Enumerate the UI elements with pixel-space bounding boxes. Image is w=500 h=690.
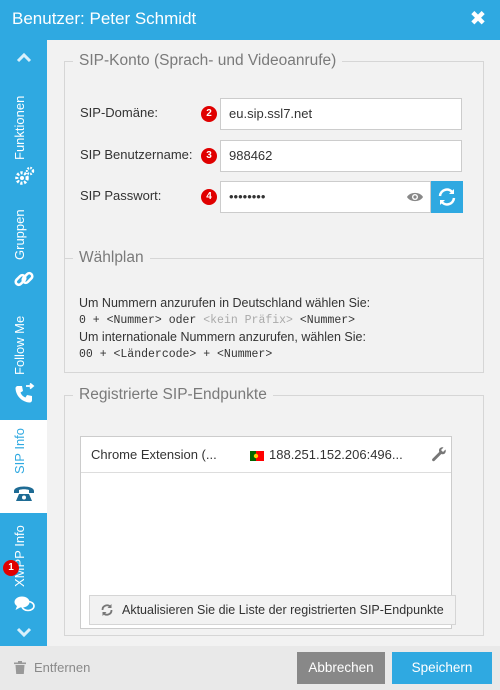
refresh-endpoints-button[interactable]: Aktualisieren Sie die Liste der registri… xyxy=(89,595,456,625)
chat-bubbles-icon xyxy=(13,593,35,615)
tab-follow-me[interactable]: Follow Me xyxy=(0,303,47,418)
sip-password-field[interactable]: •••••••• xyxy=(220,181,431,213)
refresh-icon xyxy=(438,188,456,206)
step-3-badge: 3 xyxy=(201,148,217,164)
tab-funktionen[interactable]: Funktionen xyxy=(0,78,47,196)
sip-password-label: SIP Passwort: xyxy=(80,188,162,203)
remove-button[interactable]: Entfernen xyxy=(14,660,90,675)
tab-gruppen[interactable]: Gruppen xyxy=(0,198,47,303)
sip-username-row: SIP Benutzername: 3 988462 xyxy=(65,140,485,172)
dialplan-section: Wählplan Um Nummern anzurufen in Deutsch… xyxy=(64,249,484,373)
wrench-icon[interactable] xyxy=(431,446,447,462)
gears-icon xyxy=(13,165,35,187)
portugal-flag-icon xyxy=(250,449,264,461)
tab-funktionen-label: Funktionen xyxy=(12,95,27,160)
tab-sip-info[interactable]: SIP Info xyxy=(0,420,47,513)
trash-icon xyxy=(14,661,26,674)
refresh-icon xyxy=(100,603,114,617)
dialplan-line-3: Um internationale Nummern anzurufen, wäh… xyxy=(79,330,366,344)
sip-username-label: SIP Benutzername: xyxy=(80,147,193,162)
tab-follow-me-label: Follow Me xyxy=(12,315,27,375)
endpoint-name: Chrome Extension (... xyxy=(91,447,217,462)
sip-domain-label: SIP-Domäne: xyxy=(80,105,159,120)
endpoints-list: Chrome Extension (... 188.251.152.206:49… xyxy=(80,436,456,629)
sip-account-section: SIP-Konto (Sprach- und Videoanrufe) SIP-… xyxy=(64,52,484,264)
scroll-down-icon[interactable] xyxy=(13,623,35,641)
dialplan-text: Um Nummern anzurufen in Deutschland wähl… xyxy=(79,295,370,363)
sip-account-legend: SIP-Konto (Sprach- und Videoanrufe) xyxy=(79,52,337,69)
telephone-icon xyxy=(13,482,35,504)
dialplan-line-1: Um Nummern anzurufen in Deutschland wähl… xyxy=(79,296,371,310)
window-title: Benutzer: Peter Schmidt xyxy=(12,9,197,28)
step-2-badge: 2 xyxy=(201,106,217,122)
generate-password-button[interactable] xyxy=(431,181,463,213)
refresh-endpoints-label: Aktualisieren Sie die Liste der registri… xyxy=(122,603,444,617)
endpoints-legend: Registrierte SIP-Endpunkte xyxy=(79,386,267,403)
sip-username-field[interactable]: 988462 xyxy=(220,140,462,172)
sip-domain-row: SIP-Domäne: 2 eu.sip.ssl7.net xyxy=(65,98,485,130)
dialplan-line-4: 00 + <Ländercode> + <Nummer> xyxy=(79,348,273,361)
endpoints-section: Registrierte SIP-Endpunkte Chrome Extens… xyxy=(64,386,484,636)
sip-password-value: •••••••• xyxy=(229,189,266,204)
scroll-up-icon[interactable] xyxy=(13,50,35,68)
tab-xmpp-info[interactable]: XMPP Info 1 xyxy=(0,515,47,620)
sip-password-row: SIP Passwort: 4 •••••••• xyxy=(65,181,485,213)
link-icon xyxy=(13,268,35,290)
sip-domain-field[interactable]: eu.sip.ssl7.net xyxy=(220,98,462,130)
main-content: SIP-Konto (Sprach- und Videoanrufe) SIP-… xyxy=(47,40,500,646)
title-bar: Benutzer: Peter Schmidt ✖ xyxy=(0,0,500,40)
close-icon[interactable]: ✖ xyxy=(468,8,488,30)
tab-xmpp-info-label: XMPP Info xyxy=(12,525,27,587)
dialplan-legend: Wählplan xyxy=(79,249,144,266)
remove-label: Entfernen xyxy=(34,660,91,675)
step-4-badge: 4 xyxy=(201,189,217,205)
xmpp-notification-badge: 1 xyxy=(3,560,19,576)
phone-forward-icon xyxy=(13,382,35,405)
cancel-button[interactable]: Abbrechen xyxy=(297,652,385,684)
footer: Entfernen Abbrechen Speichern xyxy=(0,646,500,690)
tab-gruppen-label: Gruppen xyxy=(12,209,27,260)
save-button[interactable]: Speichern xyxy=(392,652,492,684)
list-item[interactable]: Chrome Extension (... 188.251.152.206:49… xyxy=(81,437,451,473)
dialplan-line-2: 0 + <Nummer> oder <kein Präfix> <Nummer> xyxy=(79,314,356,327)
tab-sip-info-label: SIP Info xyxy=(12,427,27,474)
eye-icon[interactable] xyxy=(406,190,424,204)
endpoint-ip: 188.251.152.206:496... xyxy=(269,447,403,462)
sidebar: Funktionen Gruppen Follow Me SIP Info XM… xyxy=(0,40,47,646)
